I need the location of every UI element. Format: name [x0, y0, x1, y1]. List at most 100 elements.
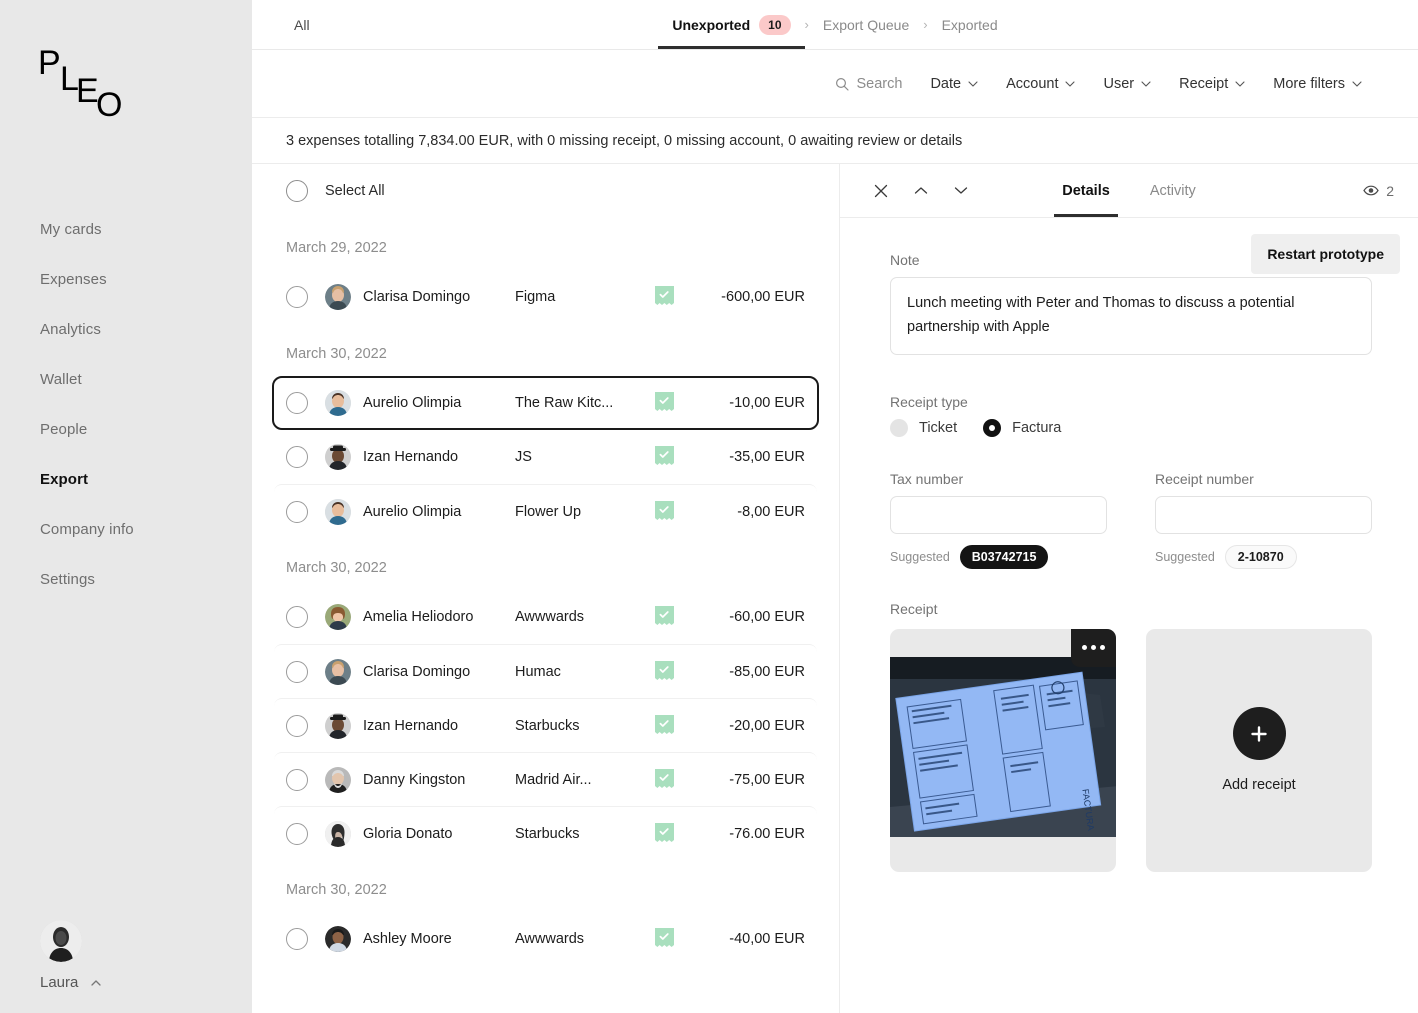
row-checkbox[interactable] [286, 606, 308, 628]
avatar [325, 498, 351, 525]
radio-unselected-icon [890, 418, 908, 437]
row-checkbox[interactable] [286, 392, 308, 414]
note-input[interactable] [890, 277, 1372, 355]
user-menu-toggle[interactable]: Laura [40, 974, 102, 991]
radio-option-ticket[interactable]: Ticket [890, 418, 957, 437]
chevron-down-icon [1065, 80, 1076, 87]
select-all-checkbox[interactable] [286, 180, 308, 202]
row-receipt-status [655, 286, 695, 308]
filter-receipt[interactable]: Receipt [1165, 76, 1259, 92]
sidebar-item-analytics[interactable]: Analytics [0, 305, 252, 355]
receipt-number-input[interactable] [1155, 495, 1372, 534]
sidebar-item-label: Analytics [40, 321, 101, 338]
restart-prototype-button[interactable]: Restart prototype [1251, 234, 1400, 274]
sidebar-item-wallet[interactable]: Wallet [0, 355, 252, 405]
sidebar-item-people[interactable]: People [0, 405, 252, 455]
select-all-label: Select All [325, 183, 385, 199]
row-checkbox[interactable] [286, 446, 308, 468]
tab-exported[interactable]: Exported [928, 0, 1012, 49]
details-header: Details Activity 2 [840, 164, 1418, 218]
receipt-number-label: Receipt number [1155, 470, 1254, 487]
avatar [325, 604, 351, 630]
svg-text:P: P [38, 44, 61, 82]
row-amount: -75,00 EUR [729, 771, 805, 788]
table-row[interactable]: Izan Hernando Starbucks -20,00 EUR [274, 698, 817, 752]
sidebar-item-expenses[interactable]: Expenses [0, 255, 252, 305]
row-merchant: Awwwards [515, 931, 585, 947]
table-row[interactable]: Izan Hernando JS -35,00 EUR [274, 430, 817, 484]
sidebar-item-export[interactable]: Export [0, 455, 252, 505]
tax-number-input[interactable] [890, 495, 1107, 534]
filter-more-filters[interactable]: More filters [1259, 76, 1376, 92]
row-checkbox[interactable] [286, 928, 308, 950]
filter-account-label: Account [1006, 75, 1059, 92]
table-row[interactable]: Clarisa Domingo Humac -85,00 EUR [274, 644, 817, 698]
table-row[interactable]: Aurelio Olimpia The Raw Kitc... -10,00 E… [272, 376, 819, 430]
view-count: 2 [1386, 182, 1394, 199]
details-nav-controls [866, 176, 976, 206]
row-amount: -40,00 EUR [729, 931, 805, 947]
close-button[interactable] [866, 176, 896, 206]
receipt-gallery: FACTURA Add receipt [890, 628, 1372, 872]
app-root: P L E O My cards Expenses Analytics Wall… [0, 0, 1418, 1013]
row-checkbox[interactable] [286, 500, 308, 523]
row-checkbox[interactable] [286, 714, 308, 737]
sidebar-item-label: Company info [40, 521, 134, 538]
add-receipt-label: Add receipt [1222, 777, 1296, 794]
row-receipt-status [655, 660, 695, 683]
row-amount: -600,00 EUR [721, 289, 805, 305]
sidebar-item-label: Export [40, 471, 89, 488]
table-row[interactable]: Danny Kingston Madrid Air... -75,00 EUR [274, 752, 817, 806]
receipt-more-options-button[interactable] [1071, 628, 1116, 667]
table-row[interactable]: Amelia Heliodoro Awwwards -60,00 EUR [274, 590, 817, 644]
row-receipt-status [655, 928, 695, 950]
row-merchant: Starbucks [515, 717, 580, 734]
table-row[interactable]: Clarisa Domingo Figma -600,00 EUR [274, 270, 817, 324]
receipt-thumbnail[interactable]: FACTURA [890, 628, 1116, 872]
receipt-number-suggestion-pill[interactable]: 2-10870 [1224, 544, 1297, 569]
table-row[interactable]: Ashley Moore Awwwards -40,00 EUR [274, 912, 817, 966]
radio-option-factura[interactable]: Factura [983, 418, 1061, 437]
row-receipt-status [655, 500, 695, 523]
row-receipt-status [655, 822, 695, 845]
filter-date[interactable]: Date [916, 76, 992, 92]
tab-details-label: Details [1062, 182, 1110, 199]
tab-unexported[interactable]: Unexported 10 [658, 0, 805, 49]
sidebar-item-my-cards[interactable]: My cards [0, 205, 252, 255]
row-checkbox[interactable] [286, 822, 308, 845]
sidebar-item-label: My cards [40, 221, 102, 238]
row-receipt-status [655, 606, 695, 628]
table-row[interactable]: Gloria Donato Starbucks -76.00 EUR [274, 806, 817, 860]
row-user-name: Clarisa Domingo [363, 289, 471, 305]
filter-account[interactable]: Account [992, 76, 1089, 92]
row-amount: -85,00 EUR [729, 663, 805, 680]
previous-expense-button[interactable] [906, 176, 936, 206]
tab-details[interactable]: Details [1054, 164, 1118, 217]
row-checkbox[interactable] [286, 768, 308, 791]
avatar [325, 390, 351, 416]
sidebar-item-settings[interactable]: Settings [0, 555, 252, 605]
avatar [325, 712, 351, 739]
add-receipt-button[interactable]: Add receipt [1146, 628, 1372, 872]
filter-user[interactable]: User [1089, 76, 1165, 92]
row-amount: -76.00 EUR [729, 825, 805, 842]
row-checkbox[interactable] [286, 286, 308, 308]
expenses-summary-text: 3 expenses totalling 7,834.00 EUR, with … [286, 132, 963, 149]
tab-all[interactable]: All [252, 0, 310, 49]
pleo-logo[interactable]: P L E O [38, 44, 138, 124]
export-step-tabs: Unexported 10 › Export Queue › Exported [252, 0, 1418, 49]
next-expense-button[interactable] [946, 176, 976, 206]
tab-export-queue[interactable]: Export Queue [809, 0, 923, 49]
main-area: All Unexported 10 › Export Queue › Expor… [252, 0, 1418, 1013]
row-checkbox[interactable] [286, 660, 308, 683]
search-button[interactable]: Search [821, 76, 916, 92]
table-row[interactable]: Aurelio Olimpia Flower Up -8,00 EUR [274, 484, 817, 538]
avatar[interactable] [40, 920, 82, 962]
tab-activity[interactable]: Activity [1142, 164, 1204, 217]
expense-list[interactable]: March 29, 2022 Clarisa Domingo Figma -60… [252, 218, 839, 1013]
date-group-header: March 30, 2022 [286, 346, 387, 362]
sidebar-item-company-info[interactable]: Company info [0, 505, 252, 555]
receipt-number-suggestion-row: Suggested 2-10870 [1155, 544, 1372, 569]
tax-number-suggestion-pill[interactable]: B03742715 [959, 544, 1049, 569]
details-panel: Details Activity 2 Restart prototype Not… [840, 164, 1418, 1013]
